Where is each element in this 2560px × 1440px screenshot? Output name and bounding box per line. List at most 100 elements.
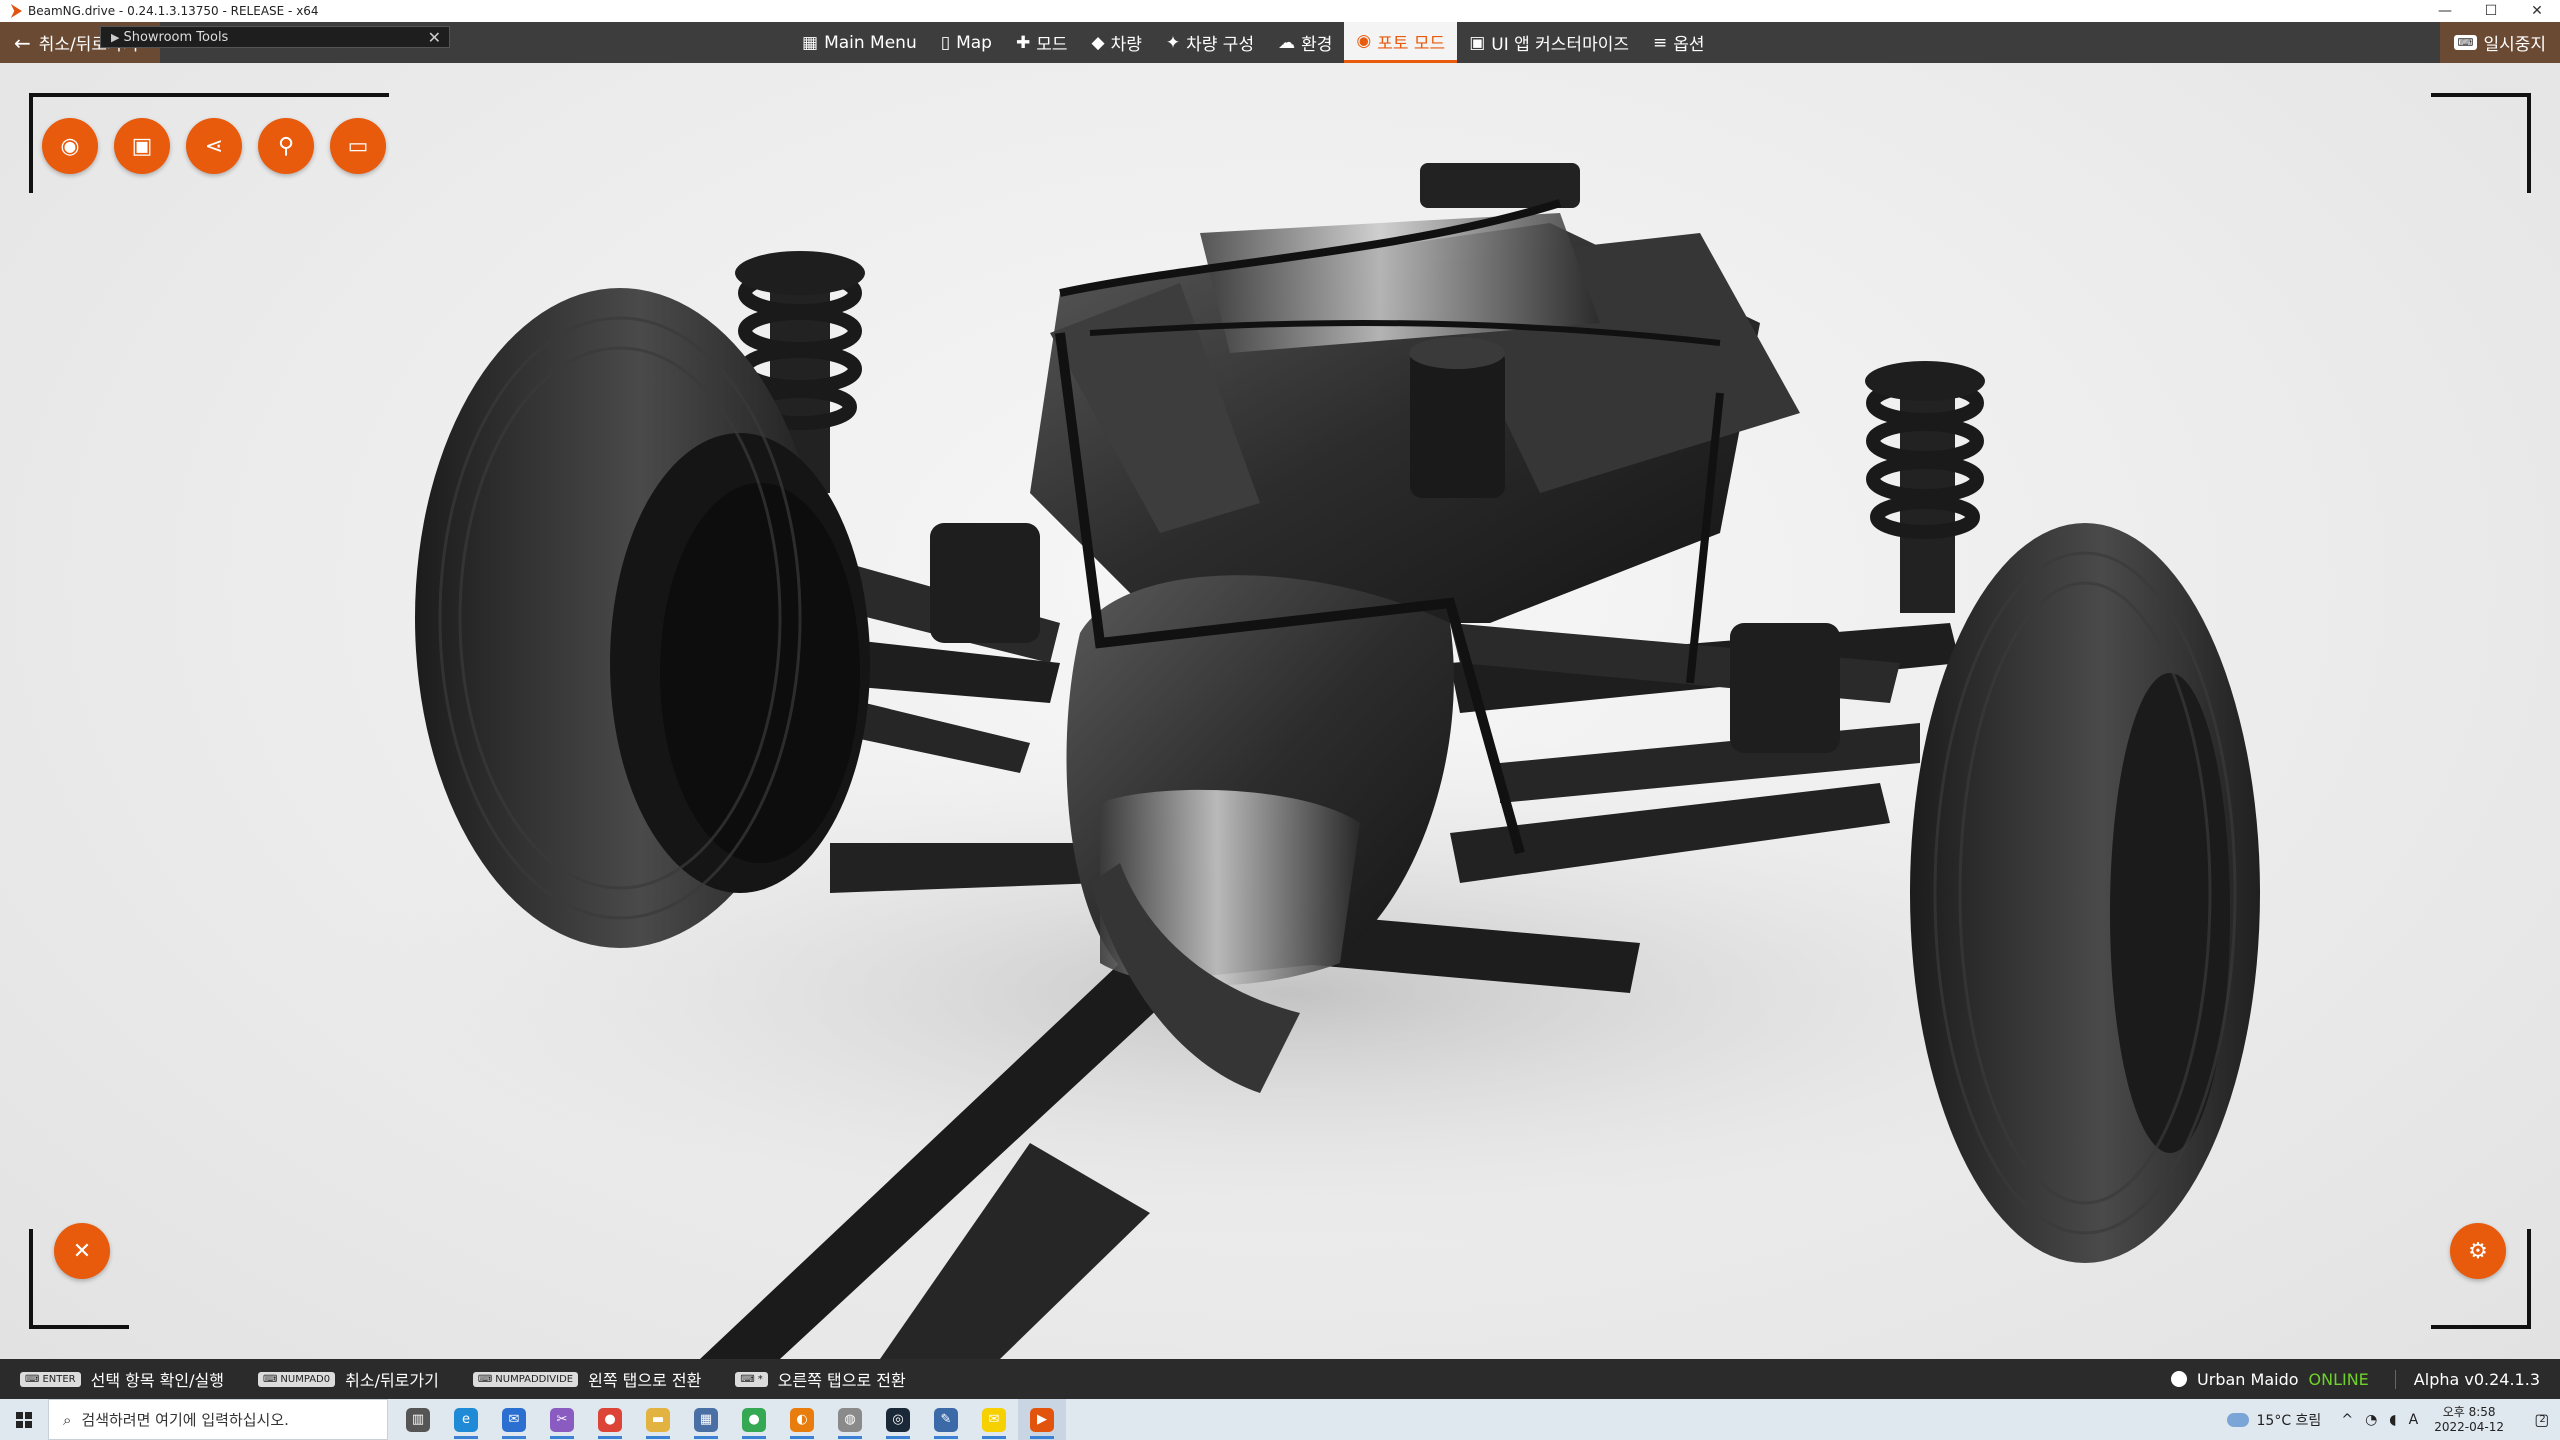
taskbar-app-app-grey[interactable]: ◍	[826, 1399, 874, 1440]
share-button[interactable]: ⋖	[186, 118, 242, 174]
online-status: ONLINE	[2308, 1369, 2369, 1389]
window-title: BeamNG.drive - 0.24.1.3.13750 - RELEASE …	[28, 4, 319, 18]
chrome-2-icon: ●	[742, 1407, 766, 1432]
chevron-up-icon[interactable]: ^	[2341, 1412, 2353, 1428]
tab-ui-apps[interactable]: ▣ UI 앱 커스터마이즈	[1457, 22, 1641, 63]
hires-screenshot-button[interactable]: ▣	[114, 118, 170, 174]
key-badge: ⌨ NUMPADDIVIDE	[472, 1371, 579, 1387]
tab-main-menu[interactable]: ▦ Main Menu	[790, 22, 929, 63]
tab-label: 포토 모드	[1377, 33, 1446, 54]
taskbar-app-chrome[interactable]: ●	[586, 1399, 634, 1440]
steam-icon: ◎	[886, 1407, 910, 1432]
arrow-left-icon: ←	[14, 30, 31, 55]
edge-icon: e	[454, 1407, 478, 1432]
keyboard-icon: ⌨	[25, 1373, 40, 1385]
hint-label: 오른쪽 탭으로 전환	[777, 1371, 906, 1390]
photo-settings-button[interactable]: ⚙	[2450, 1223, 2506, 1279]
search-placeholder: 검색하려면 여기에 입력하십시오.	[81, 1411, 289, 1429]
app-grey-icon: ◍	[838, 1407, 862, 1432]
keyboard-icon: ⌨	[477, 1373, 493, 1385]
taskbar-app-blender[interactable]: ◐	[778, 1399, 826, 1440]
ime-indicator[interactable]: A	[2409, 1412, 2419, 1428]
explorer-icon: ▬	[646, 1407, 670, 1432]
windows-taskbar: ⌕ 검색하려면 여기에 입력하십시오. ▥ e ✉ ✂ ● ▬ ▦ ● ◐ ◍ ◎ ✎ ✉ ▶ 15°C …	[0, 1399, 2560, 1440]
tab-label: 차량 구성	[1186, 35, 1255, 55]
weather-widget[interactable]: 15°C 흐림	[2226, 1410, 2322, 1430]
camera-icon: ◉	[1356, 31, 1372, 51]
taskbar-app-task-view[interactable]: ▥	[394, 1399, 442, 1440]
taskbar-app-snip[interactable]: ✂	[538, 1399, 586, 1440]
key-badge: ⌨ ENTER	[20, 1371, 81, 1387]
snip-icon: ✂	[550, 1407, 574, 1432]
pause-button[interactable]: ⌨ 일시중지	[2439, 22, 2560, 63]
steam-upload-button[interactable]: ⚲	[258, 118, 314, 174]
photo-tools-toolbar: ◉ ▣ ⋖ ⚲ ▭	[42, 118, 386, 174]
main-menu-tabs: ▦ Main Menu ▯ Map ✚ 모드 ◆ 차량 ✦ 차량 구성 ☁ 환경 ◉ 포토 모…	[790, 22, 1717, 63]
network-icon[interactable]: ◔	[2365, 1412, 2377, 1428]
task-view-icon: ▥	[406, 1407, 430, 1432]
beamng-icon	[10, 4, 22, 18]
blender-icon: ◐	[790, 1407, 814, 1432]
taskbar-search[interactable]: ⌕ 검색하려면 여기에 입력하십시오.	[48, 1399, 388, 1440]
taskbar-app-edge[interactable]: e	[442, 1399, 490, 1440]
image-icon: ▣	[131, 133, 153, 159]
tab-label: Map	[956, 32, 992, 53]
camera-icon: ◉	[60, 133, 80, 159]
keyboard-icon: ⌨	[262, 1373, 278, 1385]
close-icon: ✕	[72, 1238, 92, 1264]
tab-environment[interactable]: ☁ 환경	[1266, 22, 1344, 63]
tab-label: 옵션	[1673, 35, 1705, 55]
tab-map[interactable]: ▯ Map	[929, 22, 1004, 63]
close-window-button[interactable]: ✕	[2514, 0, 2560, 22]
taskbar-app-notepad[interactable]: ✎	[922, 1399, 970, 1440]
tab-vehicles[interactable]: ◆ 차량	[1080, 22, 1154, 63]
close-icon[interactable]: ✕	[428, 28, 441, 47]
exit-photo-mode-button[interactable]: ✕	[54, 1223, 110, 1279]
notification-count: 2	[2539, 1414, 2546, 1425]
share-icon: ⋖	[204, 133, 224, 159]
search-icon: ⌕	[63, 1410, 72, 1429]
start-button[interactable]	[0, 1399, 48, 1440]
weather-icon: ☁	[1278, 32, 1296, 53]
tab-photo-mode[interactable]: ◉ 포토 모드	[1344, 22, 1458, 63]
maximize-button[interactable]: ☐	[2468, 0, 2514, 22]
taskbar-app-calculator[interactable]: ▦	[682, 1399, 730, 1440]
tab-mods[interactable]: ✚ 모드	[1004, 22, 1080, 63]
open-folder-button[interactable]: ▭	[330, 118, 386, 174]
steam-icon: ⚲	[277, 133, 295, 159]
taskbar-app-explorer[interactable]: ▬	[634, 1399, 682, 1440]
play-icon: ▶	[111, 30, 120, 44]
notepad-icon: ✎	[934, 1407, 958, 1432]
game-version: Alpha v0.24.1.3	[2394, 1369, 2560, 1389]
taskbar-app-kakaotalk[interactable]: ✉	[970, 1399, 1018, 1440]
map-icon: ▯	[940, 32, 951, 53]
clock[interactable]: 오후 8:58 2022-04-12	[2434, 1405, 2504, 1435]
tab-label: Main Menu	[824, 32, 917, 53]
apps-icon: ▣	[1469, 32, 1486, 53]
hint-confirm: ⌨ ENTER 선택 항목 확인/실행	[20, 1367, 224, 1391]
weather-text: 15°C 흐림	[2256, 1412, 2322, 1429]
minimize-button[interactable]: —	[2422, 0, 2468, 22]
key-label: NUMPADDIVIDE	[495, 1373, 574, 1385]
username: Urban Maido	[2197, 1369, 2299, 1389]
tab-vehicle-config[interactable]: ✦ 차량 구성	[1154, 22, 1266, 63]
beamng-icon: ▶	[1030, 1407, 1054, 1432]
volume-icon[interactable]: ◖	[2389, 1412, 2396, 1428]
user-status[interactable]: Urban Maido ONLINE	[2171, 1370, 2369, 1389]
account-status: Urban Maido ONLINE Alpha v0.24.1.3	[2171, 1369, 2560, 1389]
tab-options[interactable]: ≡ 옵션	[1641, 22, 1717, 63]
window-titlebar: BeamNG.drive - 0.24.1.3.13750 - RELEASE …	[0, 0, 2560, 22]
taskbar-app-beamng[interactable]: ▶	[1018, 1399, 1066, 1440]
key-label: NUMPAD0	[280, 1373, 331, 1385]
taskbar-app-mail[interactable]: ✉	[490, 1399, 538, 1440]
game-viewport[interactable]: ◉ ▣ ⋖ ⚲ ▭ ✕ ⚙	[0, 63, 2560, 1359]
taskbar-app-chrome-2[interactable]: ●	[730, 1399, 778, 1440]
vehicle-chassis-render	[290, 163, 2290, 1359]
kakaotalk-icon: ✉	[982, 1407, 1006, 1432]
taskbar-app-steam[interactable]: ◎	[874, 1399, 922, 1440]
notification-button[interactable]: ▢ 2	[2520, 1410, 2560, 1429]
chrome-icon: ●	[598, 1407, 622, 1432]
gear-icon: ⚙	[2468, 1238, 2488, 1264]
screenshot-button[interactable]: ◉	[42, 118, 98, 174]
key-badge: ⌨ NUMPAD0	[257, 1371, 336, 1387]
